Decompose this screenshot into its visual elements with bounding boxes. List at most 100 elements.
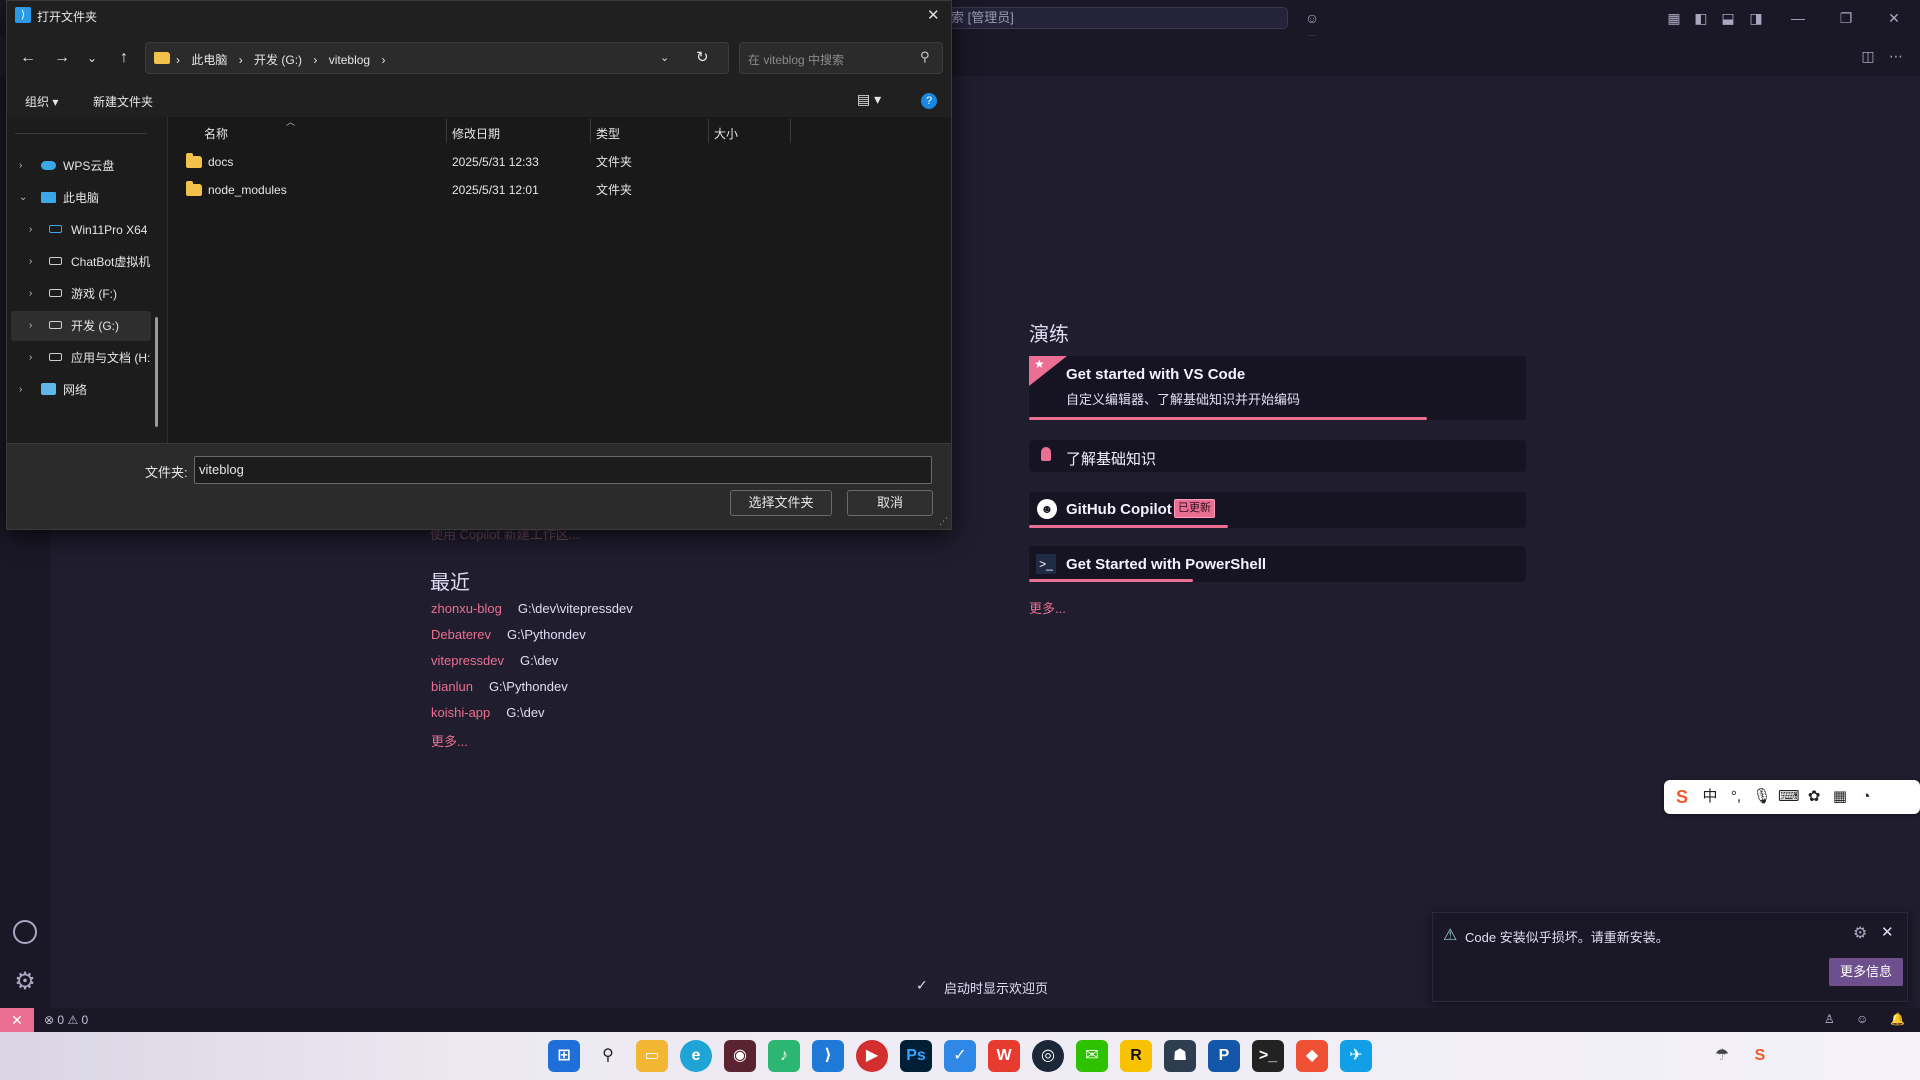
breadcrumb-item[interactable]: 此电脑 <box>191 53 227 67</box>
toggle-secondary-sidebar-icon[interactable]: ◨ <box>1746 8 1766 28</box>
layout-customize-icon[interactable]: ▦ <box>1664 8 1684 28</box>
edge-icon[interactable]: e <box>680 1040 712 1072</box>
recent-item[interactable]: bianlun G:\Pythondev <box>431 679 633 705</box>
ime-assistant-icon[interactable]: ◔ <box>1856 788 1876 806</box>
restore-icon[interactable]: ❐ <box>1836 8 1856 28</box>
show-on-startup-checkbox[interactable]: ✓ <box>916 977 928 994</box>
tree-item-network[interactable]: › 网络 <box>11 375 151 405</box>
new-folder-button[interactable]: 新建文件夹 <box>93 93 153 110</box>
walkthrough-card-vscode[interactable]: ★ Get started with VS Code 自定义编辑器、了解基础知识… <box>1029 356 1526 420</box>
close-window-icon[interactable]: ✕ <box>1884 8 1904 28</box>
rockstar-icon[interactable]: R <box>1120 1040 1152 1072</box>
walkthrough-card-powershell[interactable]: >_ Get Started with PowerShell <box>1029 546 1526 582</box>
tree-item-drive[interactable]: › ChatBot虚拟机 <box>11 247 151 277</box>
sogou-tray-icon[interactable]: S <box>1744 1040 1776 1072</box>
toggle-panel-icon[interactable]: ⬓ <box>1718 8 1738 28</box>
keyboard-icon[interactable]: ⌨ <box>1778 788 1800 806</box>
folder-name-input[interactable]: viteblog <box>194 456 932 484</box>
notifications-bell-icon[interactable]: 🔔 <box>1890 1012 1905 1026</box>
cancel-button[interactable]: 取消 <box>847 490 933 516</box>
recent-locations-chevron-icon[interactable]: ⌄ <box>79 45 105 71</box>
qq-icon[interactable]: ◉ <box>724 1040 756 1072</box>
sogou-logo-icon[interactable]: S <box>1672 788 1692 806</box>
recent-item[interactable]: Debaterev G:\Pythondev <box>431 627 633 653</box>
command-center-search[interactable]: 索 [管理员] <box>946 7 1288 29</box>
network-tray-icon[interactable]: ☂ <box>1706 1040 1738 1072</box>
git-icon[interactable]: ◆ <box>1296 1040 1328 1072</box>
more-info-button[interactable]: 更多信息 <box>1829 958 1903 986</box>
recent-item[interactable]: vitepressdev G:\dev <box>431 653 633 679</box>
problems-indicator[interactable]: ⊗ 0 ⚠ 0 <box>44 1013 88 1027</box>
accounts-status-icon[interactable]: ♙ <box>1824 1012 1835 1026</box>
photoshop-icon[interactable]: Ps <box>900 1040 932 1072</box>
feishu-icon[interactable]: ✈ <box>1340 1040 1372 1072</box>
folder-search-input[interactable]: 在 viteblog 中搜索 ⚲ <box>739 42 943 74</box>
back-arrow-icon[interactable]: ← <box>15 45 41 71</box>
column-separator[interactable] <box>590 119 591 143</box>
steam-icon[interactable]: ◎ <box>1032 1040 1064 1072</box>
wechat-icon[interactable]: ✉ <box>1076 1040 1108 1072</box>
tree-item-wps[interactable]: › WPS云盘 <box>11 151 151 181</box>
select-folder-button[interactable]: 选择文件夹 <box>730 490 832 516</box>
column-header-type[interactable]: 类型 <box>596 125 620 142</box>
forward-arrow-icon[interactable]: → <box>49 45 75 71</box>
tree-item-drive-selected[interactable]: › 开发 (G:) <box>11 311 151 341</box>
walkthrough-card-copilot[interactable]: ☻ GitHub Copilot 已更新 <box>1029 492 1526 528</box>
tree-item-drive[interactable]: › Win11Pro X64 <box>11 215 151 245</box>
wps-icon[interactable]: W <box>988 1040 1020 1072</box>
p-app-icon[interactable]: P <box>1208 1040 1240 1072</box>
toggle-primary-sidebar-icon[interactable]: ◧ <box>1691 8 1711 28</box>
notification-close-icon[interactable]: ✕ <box>1881 923 1894 941</box>
breadcrumb-item[interactable]: viteblog <box>329 53 370 67</box>
dialog-close-icon[interactable]: ✕ <box>927 6 940 24</box>
breadcrumb-item[interactable]: 开发 (G:) <box>254 53 302 67</box>
column-separator[interactable] <box>708 119 709 143</box>
column-separator[interactable] <box>446 119 447 143</box>
walkthroughs-more-link[interactable]: 更多... <box>1029 598 1066 617</box>
view-options-icon[interactable]: ▤ ▾ <box>857 91 881 108</box>
column-header-size[interactable]: 大小 <box>714 125 738 142</box>
organize-button[interactable]: 组织 ▾ <box>25 93 58 110</box>
recent-item[interactable]: zhonxu-blog G:\dev\vitepressdev <box>431 601 633 627</box>
column-header-date[interactable]: 修改日期 <box>452 125 500 142</box>
walkthrough-card-basics[interactable]: 了解基础知识 <box>1029 440 1526 472</box>
tree-item-drive[interactable]: › 应用与文档 (H:) <box>11 343 151 373</box>
start-icon[interactable]: ⊞ <box>548 1040 580 1072</box>
file-row[interactable]: docs 2025/5/31 12:33 文件夹 <box>178 149 798 175</box>
recent-more-link[interactable]: 更多... <box>431 731 633 750</box>
accounts-icon[interactable] <box>13 920 37 944</box>
skin-icon[interactable]: ✿ <box>1804 788 1824 806</box>
refresh-icon[interactable]: ↻ <box>696 48 709 66</box>
copilot-status-icon[interactable]: ☺ <box>1856 1012 1868 1026</box>
copilot-icon[interactable]: ☺▾ <box>1302 8 1322 46</box>
remote-indicator-icon[interactable]: ✕ <box>0 1008 34 1032</box>
help-icon[interactable]: ? <box>921 93 937 109</box>
ime-mode-toggle[interactable]: 中 <box>1700 788 1720 806</box>
tree-scrollbar[interactable] <box>155 317 158 427</box>
tree-item-this-pc[interactable]: ⌄ 此电脑 <box>11 183 151 213</box>
up-arrow-icon[interactable]: ↑ <box>111 45 137 71</box>
file-explorer-icon[interactable]: ▭ <box>636 1040 668 1072</box>
manage-gear-icon[interactable]: ⚙ <box>11 968 39 996</box>
file-row[interactable]: node_modules 2025/5/31 12:01 文件夹 <box>178 177 798 203</box>
recent-item[interactable]: koishi-app G:\dev <box>431 705 633 731</box>
notification-settings-icon[interactable]: ⚙ <box>1853 923 1867 943</box>
search-icon[interactable]: ⚲ <box>592 1040 624 1072</box>
resize-grip-icon[interactable]: ⋰ <box>939 516 948 527</box>
address-dropdown-icon[interactable]: ⌄ <box>660 51 669 64</box>
toolbox-icon[interactable]: ▦ <box>1830 788 1850 806</box>
lark-icon[interactable]: ✓ <box>944 1040 976 1072</box>
microphone-icon[interactable]: 🎙 <box>1752 788 1772 806</box>
music-icon[interactable]: ♪ <box>768 1040 800 1072</box>
more-actions-icon[interactable]: ⋯ <box>1886 46 1906 66</box>
tree-item-drive[interactable]: › 游戏 (F:) <box>11 279 151 309</box>
punctuation-icon[interactable]: °, <box>1726 788 1746 806</box>
split-editor-icon[interactable]: ◫ <box>1858 46 1878 66</box>
vscode-icon[interactable]: ⟩ <box>812 1040 844 1072</box>
terminal-icon[interactable]: >_ <box>1252 1040 1284 1072</box>
column-header-name[interactable]: 名称 <box>204 125 228 142</box>
video-icon[interactable]: ▶ <box>856 1040 888 1072</box>
minimize-icon[interactable]: — <box>1788 8 1808 28</box>
cat-app-icon[interactable]: ☗ <box>1164 1040 1196 1072</box>
address-bar[interactable]: › 此电脑 › 开发 (G:) › viteblog › ⌄ ↻ <box>145 42 729 74</box>
